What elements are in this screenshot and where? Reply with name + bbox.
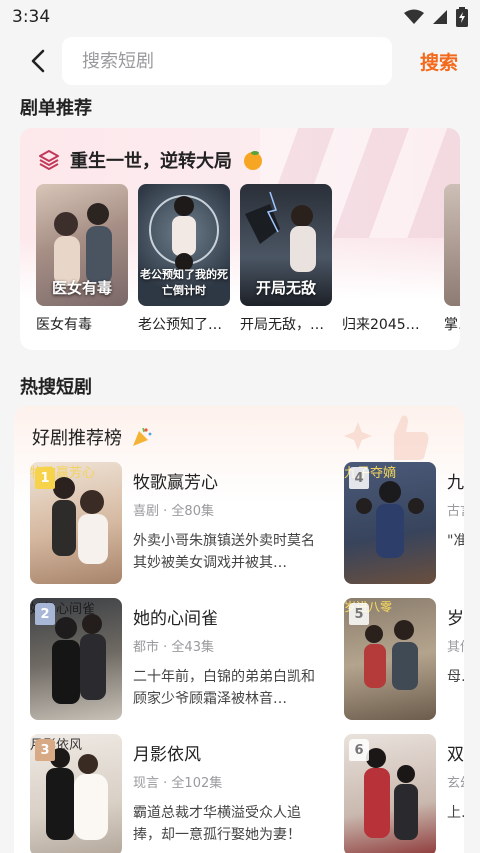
orange-emoji-icon	[244, 151, 262, 170]
ranking-item[interactable]: 她的心间雀 2 她的心间雀 都市 · 全43集 二十年前，白锦的弟弟白凯和顾家少…	[30, 598, 340, 720]
rank-badge: 2	[35, 603, 55, 625]
playlist-card-header: 重生一世，逆转大局	[38, 147, 264, 173]
playlist-card-title: 重生一世，逆转大局	[70, 151, 232, 172]
drama-description: 外卖小哥朱旗镇送外卖时莫名其妙被美女调戏并被其…	[133, 533, 315, 571]
ranking-item[interactable]: 九子夺嫡 4 九… 古言 "准…帝"	[344, 462, 464, 584]
search-input[interactable]	[82, 50, 372, 72]
rank-badge: 5	[349, 603, 369, 625]
playlist-drama-item[interactable]: 老公预知了我的死亡倒计时 老公预知了…	[138, 184, 230, 334]
status-bar: 3:34	[0, 0, 480, 34]
drama-meta: 都市 · 全43集	[133, 640, 214, 655]
ranking-item[interactable]: 6 双… 玄幻 上…恶…	[344, 734, 464, 853]
drama-poster: 老公预知了我的死亡倒计时	[138, 184, 230, 306]
playlist-section-title: 剧单推荐	[20, 98, 92, 119]
drama-title: 老公预知了…	[138, 317, 222, 333]
drama-meta: 其他	[447, 640, 464, 655]
drama-poster: 她的心间雀 2	[30, 598, 122, 720]
search-box[interactable]	[62, 37, 392, 85]
drama-title: 掌…	[444, 317, 460, 333]
drama-title: 月影依风	[133, 745, 201, 765]
back-button[interactable]	[26, 48, 50, 74]
drama-poster: 岁进八零 5	[344, 598, 436, 720]
search-row: 搜索	[0, 36, 480, 88]
drama-title: 医女有毒	[36, 317, 92, 333]
ranking-header[interactable]: 好剧推荐榜	[32, 424, 154, 450]
party-popper-icon	[133, 427, 152, 446]
drama-title: 她的心间雀	[133, 609, 218, 629]
thumbs-up-decoration	[344, 415, 429, 460]
drama-title: 岁…	[447, 609, 464, 629]
drama-title: 九…	[447, 473, 464, 493]
drama-poster: 牧歌赢芳心 1	[30, 462, 122, 584]
status-icons	[404, 7, 468, 27]
rank-badge: 6	[349, 739, 369, 761]
drama-title: 归来2045…	[342, 317, 420, 333]
drama-description: 母…室…	[447, 669, 464, 685]
ranking-item[interactable]: 牧歌赢芳心 1 牧歌赢芳心 喜剧 · 全80集 外卖小哥朱旗镇送外卖时莫名其妙被…	[30, 462, 340, 584]
drama-description: 霸道总裁才华横溢受众人追捧，却一意孤行娶她为妻！	[133, 805, 301, 843]
playlist-drama-item[interactable]: 医女有毒 医女有毒	[36, 184, 128, 334]
drama-description: 上…恶…	[447, 805, 464, 821]
drama-poster: 医女有毒	[36, 184, 128, 306]
rank-badge: 1	[35, 467, 55, 489]
playlist-drama-item[interactable]: 掌…	[444, 184, 460, 334]
chevron-left-icon	[31, 49, 45, 73]
drama-description: 二十年前，白锦的弟弟白凯和顾家少爷顾霜泽被林音…	[133, 669, 315, 707]
drama-description: "准…帝"	[447, 533, 464, 549]
hot-section-title: 热搜短剧	[20, 377, 92, 398]
ranking-title: 好剧推荐榜	[32, 428, 122, 449]
drama-poster: 6	[344, 734, 436, 853]
drama-title: 双…	[447, 745, 464, 765]
ranking-item[interactable]: 月影依风 3 月影依风 现言 · 全102集 霸道总裁才华横溢受众人追捧，却一意…	[30, 734, 340, 853]
drama-poster: 开局无敌	[240, 184, 332, 306]
playlist-drama-item[interactable]: 归来2045…	[342, 184, 434, 334]
playlist-card[interactable]: 重生一世，逆转大局 医女有毒 医女有毒 老公预知了我的死亡倒计时 老公预知了… …	[20, 128, 460, 350]
drama-meta: 现言 · 全102集	[133, 776, 223, 791]
drama-title: 开局无敌，…	[240, 317, 324, 333]
ranking-item[interactable]: 岁进八零 5 岁… 其他 母…室…	[344, 598, 464, 720]
playlist-drama-item[interactable]: 开局无敌 开局无敌，…	[240, 184, 332, 334]
drama-poster	[342, 184, 434, 306]
drama-meta: 玄幻	[447, 776, 464, 791]
wifi-icon	[404, 9, 424, 24]
signal-icon	[433, 10, 447, 24]
search-button[interactable]: 搜索	[420, 48, 458, 75]
layers-icon	[39, 150, 59, 170]
rank-badge: 3	[35, 739, 55, 761]
drama-poster: 月影依风 3	[30, 734, 122, 853]
hot-ranking-card: 好剧推荐榜 牧歌赢芳心 1 牧歌赢芳心 喜剧 · 全80集 外卖小哥朱旗镇送外卖…	[14, 406, 464, 853]
drama-poster: 九子夺嫡 4	[344, 462, 436, 584]
battery-icon	[456, 7, 468, 27]
status-time: 3:34	[12, 7, 51, 27]
drama-meta: 古言	[447, 504, 464, 519]
drama-meta: 喜剧 · 全80集	[133, 504, 214, 519]
drama-title: 牧歌赢芳心	[133, 473, 218, 493]
rank-badge: 4	[349, 467, 369, 489]
drama-poster	[444, 184, 460, 306]
